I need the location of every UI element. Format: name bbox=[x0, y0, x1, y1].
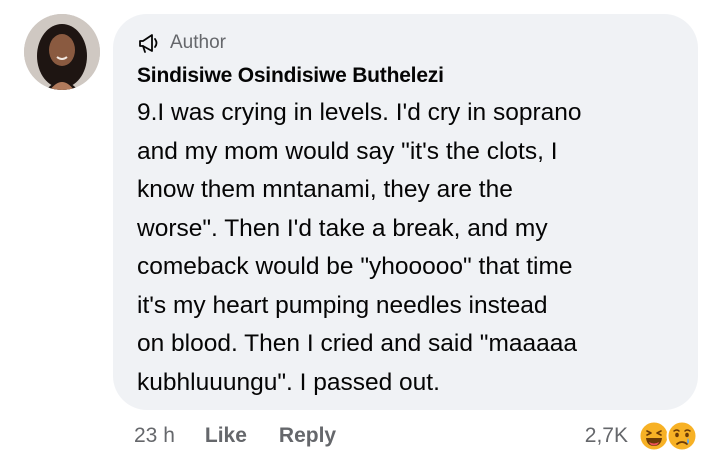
comment-bubble: Author Sindisiwe Osindisiwe Buthelezi 9.… bbox=[113, 14, 698, 410]
reply-button[interactable]: Reply bbox=[279, 424, 336, 448]
comment-line: kubhluuungu". I passed out. bbox=[137, 368, 440, 396]
sad-tear-emoji-icon bbox=[666, 420, 698, 452]
comment-line: it's my heart pumping needles instead bbox=[137, 291, 548, 319]
megaphone-icon bbox=[139, 34, 158, 53]
author-badge: Author bbox=[137, 27, 226, 59]
author-name[interactable]: Sindisiwe Osindisiwe Buthelezi bbox=[137, 62, 444, 90]
comment-line: on blood. Then I cried and said "maaaaa bbox=[137, 330, 578, 357]
reactions-summary[interactable]: 2,7K bbox=[585, 416, 698, 456]
timestamp[interactable]: 23 h bbox=[134, 424, 175, 448]
comment-line: know them mntanami, they are the bbox=[137, 176, 513, 203]
comment-text: 9.I was crying in levels. I'd cry in sop… bbox=[137, 94, 682, 402]
reaction-count: 2,7K bbox=[584, 424, 628, 447]
like-button[interactable]: Like bbox=[205, 424, 247, 448]
comment-actions: 23 h Like Reply bbox=[134, 420, 368, 452]
comment-line: worse". Then I'd take a break, and my bbox=[137, 214, 548, 242]
profile-photo bbox=[24, 14, 100, 90]
author-badge-label: Author bbox=[170, 32, 226, 53]
reaction-icons bbox=[638, 420, 698, 452]
comment-line: 9.I was crying in levels. I'd cry in sop… bbox=[137, 99, 582, 126]
comment-line: comeback would be "yhooooo" that time bbox=[137, 253, 573, 280]
avatar[interactable] bbox=[24, 14, 100, 90]
comment-line: and my mom would say "it's the clots, I bbox=[137, 137, 558, 165]
